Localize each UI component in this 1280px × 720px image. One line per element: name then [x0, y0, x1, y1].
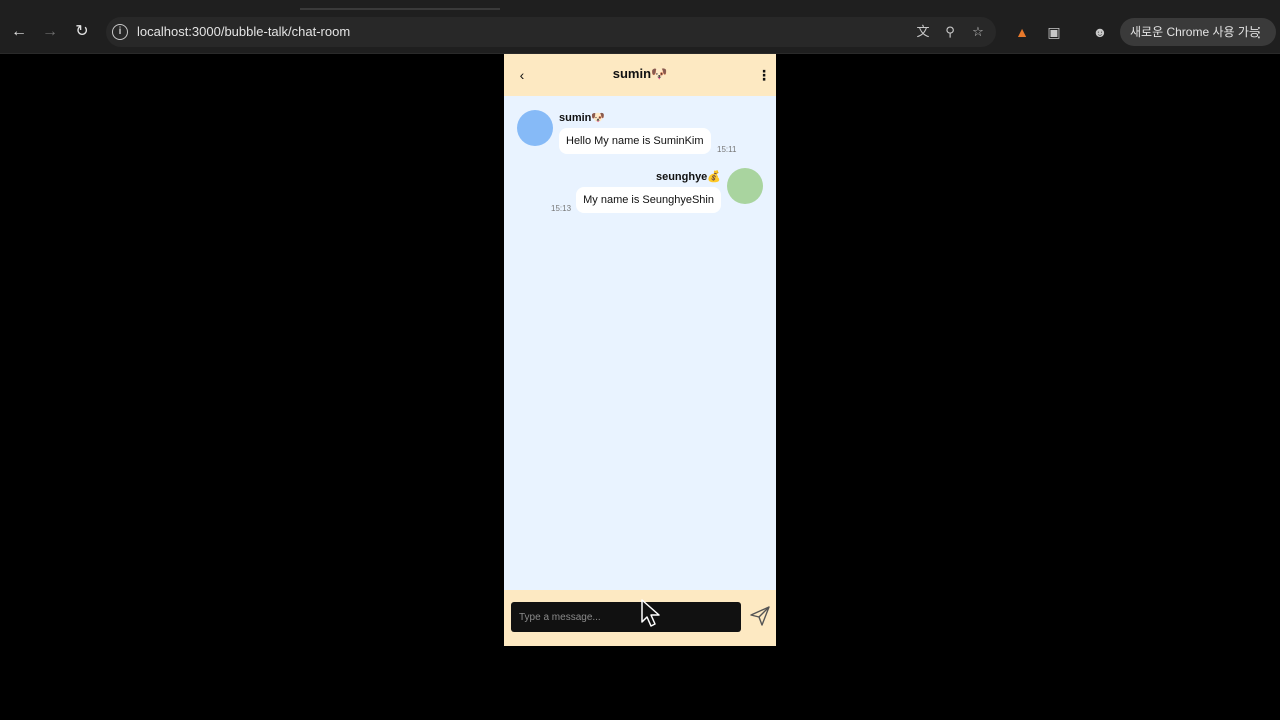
- chat-title: sumin🐶: [612, 66, 668, 81]
- message-list: sumin🐶 Hello My name is SuminKim 15:11 s…: [504, 96, 776, 590]
- url-text[interactable]: localhost:3000/bubble-talk/chat-room: [137, 24, 350, 39]
- message-time: 15:13: [551, 204, 572, 213]
- chrome-update-button[interactable]: 새로운 Chrome 사용 가능 ⋮: [1120, 18, 1276, 46]
- send-button[interactable]: [748, 604, 772, 628]
- avatar: [517, 110, 553, 146]
- site-info-icon[interactable]: i: [112, 24, 128, 40]
- profile-avatar-icon[interactable]: ☻: [1090, 22, 1110, 42]
- chat-room-app: ‹ sumin🐶 ⋮ sumin🐶 Hello My name is Sumin…: [504, 54, 776, 646]
- forward-arrow-icon[interactable]: →: [38, 20, 62, 44]
- translate-icon[interactable]: 文: [914, 23, 932, 41]
- message-sender: sumin🐶: [559, 112, 606, 124]
- chat-header: ‹ sumin🐶 ⋮: [504, 54, 776, 96]
- message-bubble: Hello My name is SuminKim: [559, 128, 711, 154]
- address-bar[interactable]: i localhost:3000/bubble-talk/chat-room 文…: [106, 17, 996, 47]
- browser-toolbar: ← → ↻ i localhost:3000/bubble-talk/chat-…: [0, 10, 1280, 54]
- avatar: [727, 168, 763, 204]
- back-arrow-icon[interactable]: ←: [7, 20, 31, 44]
- zoom-icon[interactable]: ⚲: [941, 23, 959, 41]
- mouse-cursor-icon: [641, 599, 660, 627]
- send-paper-plane-icon: [750, 606, 770, 626]
- reload-icon[interactable]: ↻: [70, 20, 94, 44]
- browser-tab-strip: [0, 0, 1280, 10]
- message-input[interactable]: [511, 602, 741, 632]
- more-vert-icon[interactable]: ⋮: [1252, 18, 1266, 46]
- more-vert-icon[interactable]: ⋮: [756, 64, 772, 86]
- metamask-fox-icon[interactable]: ▲: [1012, 22, 1032, 42]
- bookmark-star-icon[interactable]: ☆: [969, 23, 987, 41]
- extensions-puzzle-icon[interactable]: ▣: [1044, 22, 1064, 42]
- message-time: 15:11: [717, 145, 737, 154]
- message-bubble: My name is SeunghyeShin: [576, 187, 721, 213]
- message-sender: seunghye💰: [655, 171, 721, 183]
- update-label: 새로운 Chrome 사용 가능: [1130, 25, 1260, 39]
